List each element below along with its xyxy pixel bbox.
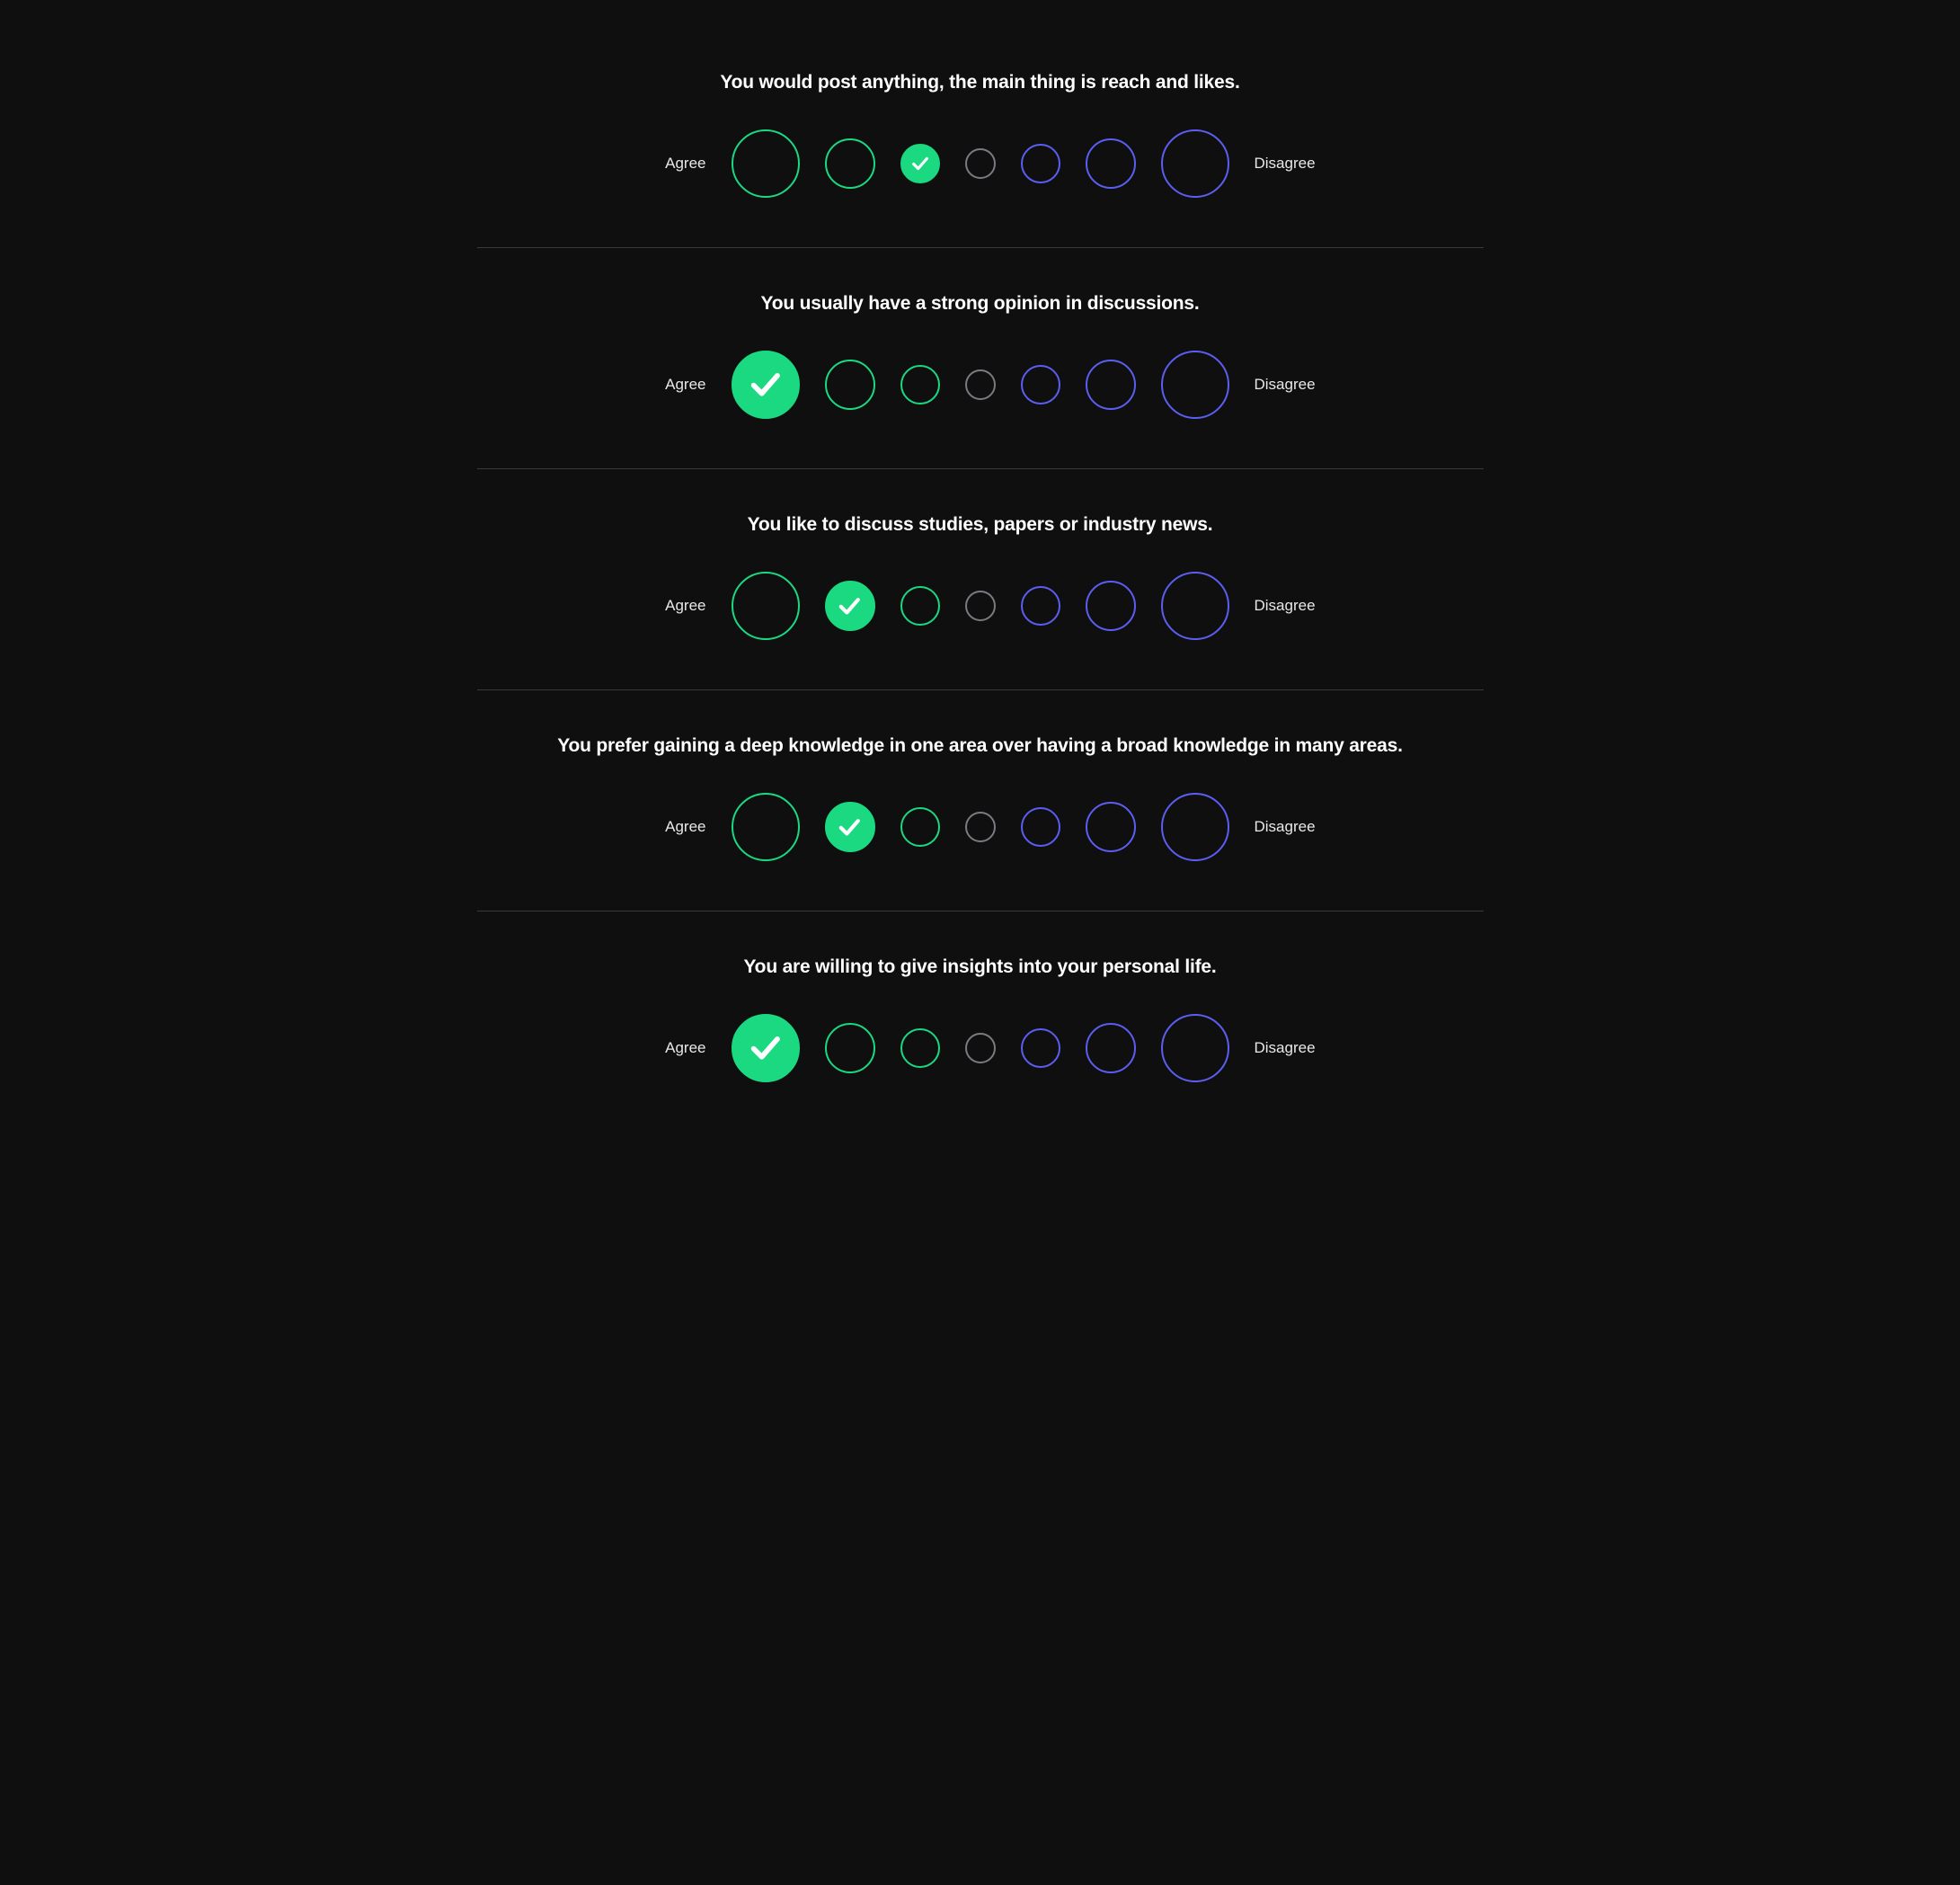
scale-option-4[interactable]	[965, 591, 996, 621]
agree-label: Agree	[639, 818, 706, 836]
check-icon	[837, 593, 863, 619]
scale-option-4[interactable]	[965, 812, 996, 842]
disagree-label: Disagree	[1255, 597, 1322, 615]
question-text: You are willing to give insights into yo…	[504, 956, 1457, 978]
question-block: You would post anything, the main thing …	[477, 27, 1484, 248]
scale-option-1[interactable]	[732, 129, 800, 198]
agree-label: Agree	[639, 597, 706, 615]
scale-option-4[interactable]	[965, 148, 996, 179]
scale-option-2[interactable]	[825, 360, 875, 410]
scale-option-5[interactable]	[1021, 365, 1060, 405]
scale-option-3[interactable]	[900, 807, 940, 847]
scale-option-1[interactable]	[732, 572, 800, 640]
question-block: You like to discuss studies, papers or i…	[477, 469, 1484, 690]
scale-option-4[interactable]	[965, 369, 996, 400]
scale-option-3[interactable]	[900, 586, 940, 626]
scale-option-7[interactable]	[1161, 1014, 1229, 1082]
scale-option-3[interactable]	[900, 1028, 940, 1068]
check-icon	[837, 814, 863, 840]
scale-option-6[interactable]	[1086, 802, 1136, 852]
scale-row: Agree Disagree	[504, 793, 1457, 861]
agree-label: Agree	[639, 1039, 706, 1057]
scale-option-6[interactable]	[1086, 360, 1136, 410]
scale-option-2[interactable]	[825, 581, 875, 631]
question-text: You prefer gaining a deep knowledge in o…	[504, 735, 1457, 757]
scale-option-5[interactable]	[1021, 807, 1060, 847]
scale-option-7[interactable]	[1161, 572, 1229, 640]
scale-option-1[interactable]	[732, 1014, 800, 1082]
scale-option-6[interactable]	[1086, 581, 1136, 631]
scale-option-6[interactable]	[1086, 138, 1136, 189]
disagree-label: Disagree	[1255, 818, 1322, 836]
agree-label: Agree	[639, 155, 706, 173]
scale-option-5[interactable]	[1021, 144, 1060, 183]
survey-container: You would post anything, the main thing …	[477, 27, 1484, 1132]
check-icon	[748, 367, 784, 403]
scale-option-7[interactable]	[1161, 351, 1229, 419]
scale-option-6[interactable]	[1086, 1023, 1136, 1073]
disagree-label: Disagree	[1255, 1039, 1322, 1057]
check-icon	[748, 1030, 784, 1066]
scale-option-2[interactable]	[825, 138, 875, 189]
scale-row: Agree Disagree	[504, 1014, 1457, 1082]
scale-option-3[interactable]	[900, 365, 940, 405]
scale-option-4[interactable]	[965, 1033, 996, 1063]
scale-row: Agree Disagree	[504, 572, 1457, 640]
disagree-label: Disagree	[1255, 376, 1322, 394]
question-text: You would post anything, the main thing …	[504, 72, 1457, 93]
scale-option-3[interactable]	[900, 144, 940, 183]
question-block: You are willing to give insights into yo…	[477, 911, 1484, 1132]
scale-option-2[interactable]	[825, 1023, 875, 1073]
check-icon	[910, 154, 930, 173]
question-block: You usually have a strong opinion in dis…	[477, 248, 1484, 469]
scale-option-7[interactable]	[1161, 793, 1229, 861]
question-text: You usually have a strong opinion in dis…	[504, 293, 1457, 315]
scale-option-1[interactable]	[732, 793, 800, 861]
scale-option-7[interactable]	[1161, 129, 1229, 198]
scale-option-5[interactable]	[1021, 586, 1060, 626]
scale-option-1[interactable]	[732, 351, 800, 419]
scale-option-5[interactable]	[1021, 1028, 1060, 1068]
question-text: You like to discuss studies, papers or i…	[504, 514, 1457, 536]
disagree-label: Disagree	[1255, 155, 1322, 173]
scale-row: Agree Disagree	[504, 351, 1457, 419]
question-block: You prefer gaining a deep knowledge in o…	[477, 690, 1484, 911]
scale-row: Agree Disagree	[504, 129, 1457, 198]
agree-label: Agree	[639, 376, 706, 394]
scale-option-2[interactable]	[825, 802, 875, 852]
